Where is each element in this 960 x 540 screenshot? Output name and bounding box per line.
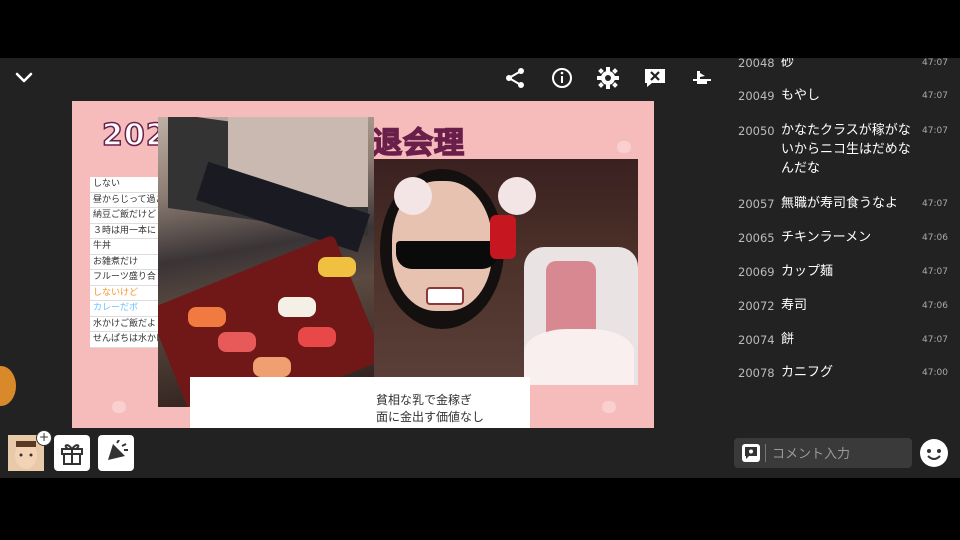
comment-time: 47:06 xyxy=(922,301,948,311)
emoji-button[interactable] xyxy=(920,439,948,467)
comment-time: 47:07 xyxy=(922,126,948,136)
comment-number: 20049 xyxy=(738,89,775,103)
reason-list-item: せんぱちは水かけ xyxy=(90,332,168,348)
comment-time: 47:07 xyxy=(922,199,948,209)
megaphone-icon xyxy=(108,440,128,460)
reason-list-item: お雑煮だけ xyxy=(90,255,168,270)
comment-text: 無職が寿司食うなよ xyxy=(781,196,899,211)
comment-number: 20065 xyxy=(738,231,775,245)
comment-time: 47:06 xyxy=(922,233,948,243)
reason-list-item: 昼からじって過ご xyxy=(90,193,168,208)
comment-input[interactable] xyxy=(770,442,910,466)
comment-time: 47:07 xyxy=(922,267,948,277)
comment-text: もやし xyxy=(781,88,821,103)
comment-text: 餅 xyxy=(781,332,795,347)
side-tab[interactable] xyxy=(0,366,16,406)
comment-hide-icon[interactable] xyxy=(641,64,669,92)
comment-number: 20074 xyxy=(738,333,775,347)
info-icon[interactable] xyxy=(548,64,576,92)
gift-icon xyxy=(61,444,83,465)
comment-text: カニフグ xyxy=(781,365,834,380)
comment-number: 20072 xyxy=(738,299,775,313)
share-icon[interactable] xyxy=(501,64,529,92)
caption-overlay: 貧相な乳で金稼ぎ 面に金出す価値なし xyxy=(190,377,530,428)
comment-time: 47:07 xyxy=(922,335,948,345)
comment-number: 20050 xyxy=(738,124,775,138)
comment-input-box[interactable] xyxy=(734,438,912,468)
comment-number: 20057 xyxy=(738,197,775,211)
reason-list-item: 牛丼 xyxy=(90,239,168,255)
reason-list-item: フルーツ盛り合 xyxy=(90,270,168,286)
reason-list-item: 納豆ご飯だけど xyxy=(90,208,168,224)
comment-time: 47:07 xyxy=(922,91,948,101)
reason-list-item: ３時は用一本に xyxy=(90,224,168,239)
add-plus-icon[interactable]: + xyxy=(36,430,52,446)
gear-icon[interactable] xyxy=(594,64,622,92)
comment-number: 20078 xyxy=(738,366,775,380)
comment-number: 20069 xyxy=(738,265,775,279)
reason-list-item: カレーだボ xyxy=(90,301,168,317)
reason-list-item: しない xyxy=(90,177,168,193)
comment-time: 47:00 xyxy=(922,368,948,378)
comment-number: 20048 xyxy=(738,58,775,70)
reason-list-item: しないけど xyxy=(90,286,168,301)
video-stage[interactable]: 202 退会理由TOP10 しない昼からじって過ご納豆ご飯だけど３時は用一本に牛… xyxy=(72,101,654,428)
comment-list[interactable]: 20048 砂 47:07 20049 もやし 47:07 20050 かなたクラスが稼がない… xyxy=(728,58,960,388)
smiley-icon xyxy=(921,440,947,466)
gift-button[interactable] xyxy=(54,435,90,471)
comment-text: 寿司 xyxy=(781,298,808,313)
player-app: 202 退会理由TOP10 しない昼からじって過ご納豆ご飯だけど３時は用一本に牛… xyxy=(0,58,960,478)
reason-list: しない 昼からじって過ご 納豆ご飯だけど ３時は用一本に 牛丼 お雑煮だけ フルーツ盛り合し… xyxy=(90,177,168,348)
comment-time: 47:07 xyxy=(922,58,948,68)
comment-text: かなたクラスが稼がないからニコ生はだめなんだな xyxy=(781,123,911,176)
collapse-chevron-icon[interactable] xyxy=(10,64,38,92)
caption-line-2: 面に金出す価値なし xyxy=(376,410,485,424)
comment-text: 砂 xyxy=(781,58,795,70)
comment-text: カップ麺 xyxy=(781,264,834,279)
caption-line-1: 貧相な乳で金稼ぎ xyxy=(376,393,473,407)
food-photo xyxy=(158,117,374,407)
quality-slider-icon[interactable] xyxy=(688,64,716,92)
streamer-webcam xyxy=(374,159,638,385)
reason-list-item: 水かけご飯だよ xyxy=(90,317,168,332)
comment-command-icon[interactable] xyxy=(742,444,760,462)
comment-text: チキンラーメン xyxy=(781,230,872,245)
ad-button[interactable] xyxy=(98,435,134,471)
